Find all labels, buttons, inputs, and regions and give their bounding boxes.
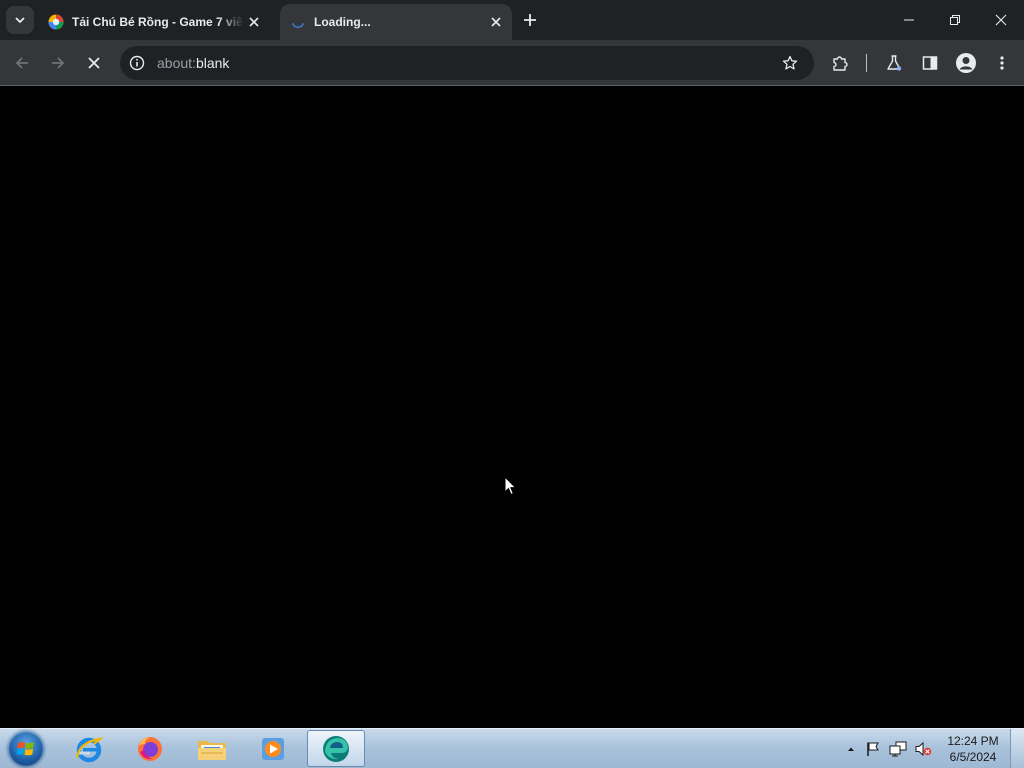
action-center-flag-icon bbox=[867, 742, 879, 756]
flask-icon bbox=[887, 55, 902, 71]
new-tab-button[interactable] bbox=[518, 8, 542, 32]
taskbar-firefox[interactable] bbox=[121, 730, 179, 767]
avatar-icon bbox=[956, 53, 976, 73]
action-center-button[interactable] bbox=[864, 740, 882, 758]
three-dots-vertical-icon bbox=[1000, 56, 1004, 70]
arrow-right-icon bbox=[52, 57, 65, 69]
clock-date: 6/5/2024 bbox=[949, 750, 997, 764]
browser-menu-button[interactable] bbox=[986, 47, 1018, 79]
taskbar-media-player[interactable] bbox=[244, 730, 302, 767]
loading-spinner bbox=[290, 14, 306, 30]
close-window-button[interactable] bbox=[978, 0, 1024, 40]
taskbar: 12:24 PM 6/5/2024 bbox=[0, 728, 1024, 768]
url-host: blank bbox=[195, 55, 230, 71]
firefox-icon bbox=[138, 736, 162, 761]
close-icon bbox=[995, 14, 1007, 26]
clock-time: 12:24 PM bbox=[947, 734, 999, 748]
chevron-down-icon bbox=[15, 17, 25, 24]
volume-button[interactable] bbox=[914, 740, 932, 758]
info-icon bbox=[129, 55, 145, 71]
profile-button[interactable] bbox=[950, 47, 982, 79]
puzzle-icon bbox=[833, 56, 848, 71]
folder-icon bbox=[198, 740, 226, 760]
page-content[interactable] bbox=[0, 87, 1024, 728]
tab-close-button[interactable] bbox=[244, 12, 264, 32]
show-hidden-icons-button[interactable] bbox=[842, 740, 860, 758]
address-bar[interactable]: about:blank bbox=[120, 46, 814, 80]
system-clock[interactable]: 12:24 PM 6/5/2024 bbox=[938, 733, 1008, 765]
media-player-icon bbox=[262, 737, 284, 760]
labs-button[interactable] bbox=[878, 47, 910, 79]
restore-button[interactable] bbox=[932, 0, 978, 40]
extensions-button[interactable] bbox=[824, 47, 856, 79]
close-icon bbox=[249, 17, 259, 27]
mouse-cursor-icon bbox=[504, 476, 517, 496]
minimize-button[interactable] bbox=[886, 0, 932, 40]
tab-active[interactable]: Loading... bbox=[280, 4, 512, 40]
tab-inactive[interactable]: Tải Chú Bé Rồng - Game 7 viên ngọc rồng bbox=[38, 4, 270, 40]
browser-toolbar: about:blank bbox=[0, 40, 1024, 86]
forward-button[interactable] bbox=[42, 47, 74, 79]
plus-icon bbox=[524, 14, 536, 26]
tab-search-button[interactable] bbox=[6, 6, 34, 34]
network-button[interactable] bbox=[889, 740, 907, 758]
site-info-button[interactable] bbox=[126, 52, 148, 74]
colorful-globe-favicon bbox=[48, 14, 64, 30]
chevron-up-icon bbox=[848, 747, 854, 751]
minimize-icon bbox=[904, 19, 914, 21]
browser-window: Tải Chú Bé Rồng - Game 7 viên ngọc rồng … bbox=[0, 0, 1024, 728]
taskbar-edge[interactable] bbox=[307, 730, 365, 767]
start-button[interactable] bbox=[8, 731, 44, 767]
tab-strip: Tải Chú Bé Rồng - Game 7 viên ngọc rồng … bbox=[0, 0, 1024, 40]
close-icon bbox=[491, 17, 501, 27]
bookmark-button[interactable] bbox=[776, 49, 804, 77]
back-button[interactable] bbox=[6, 47, 38, 79]
close-icon bbox=[88, 57, 100, 69]
volume-muted-icon bbox=[915, 741, 932, 757]
arrow-left-icon bbox=[15, 57, 28, 69]
taskbar-internet-explorer[interactable] bbox=[60, 730, 118, 767]
stop-loading-button[interactable] bbox=[78, 47, 110, 79]
network-icon bbox=[889, 741, 907, 757]
restore-icon bbox=[950, 15, 960, 25]
url-scheme: about: bbox=[157, 55, 196, 71]
side-panel-icon bbox=[922, 56, 938, 70]
windows-logo-icon bbox=[16, 742, 34, 756]
internet-explorer-icon bbox=[75, 736, 104, 762]
tab-close-button[interactable] bbox=[486, 12, 506, 32]
tab-title: Tải Chú Bé Rồng - Game 7 viên ngọc rồng bbox=[72, 15, 244, 29]
tab-title: Loading... bbox=[314, 15, 371, 29]
address-bar-url[interactable]: about:blank bbox=[157, 55, 776, 71]
side-panel-button[interactable] bbox=[914, 47, 946, 79]
show-desktop-button[interactable] bbox=[1010, 729, 1024, 768]
toolbar-divider bbox=[866, 54, 867, 72]
taskbar-file-explorer[interactable] bbox=[183, 730, 241, 767]
edge-icon bbox=[323, 735, 349, 762]
star-outline-icon bbox=[782, 55, 798, 70]
